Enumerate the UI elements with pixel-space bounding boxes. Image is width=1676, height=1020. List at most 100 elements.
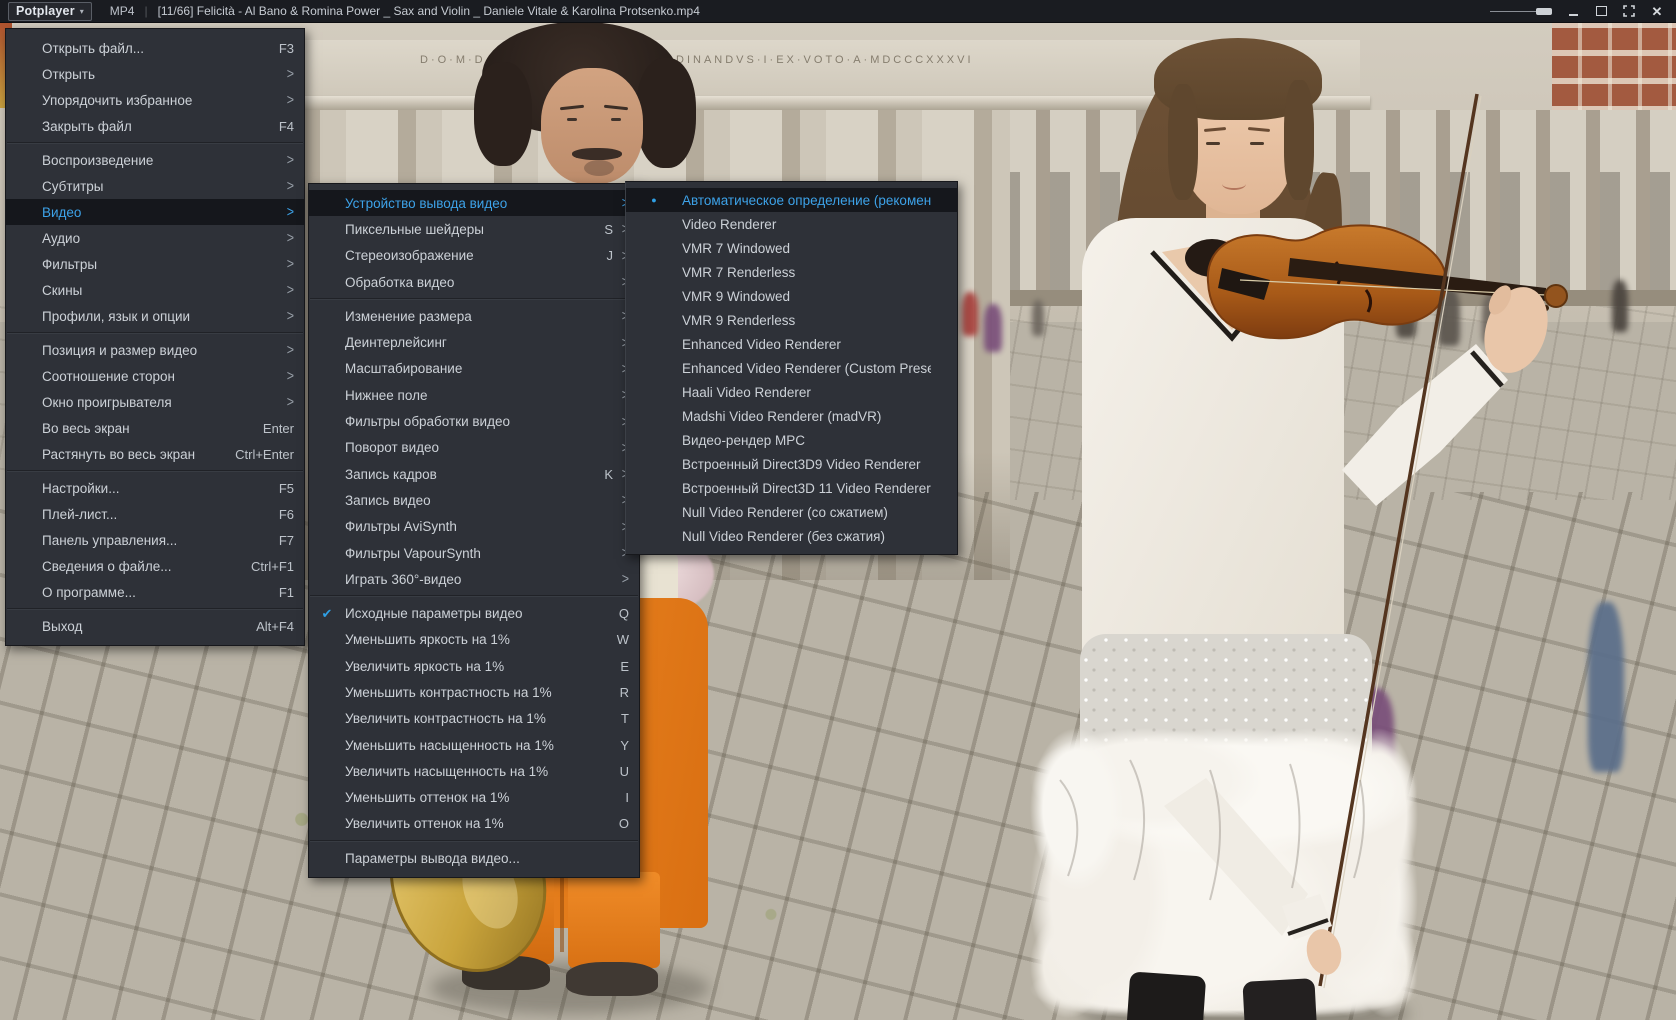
menu-item-decrease-hue[interactable]: Уменьшить оттенок на 1%I bbox=[309, 785, 639, 811]
man-mustache bbox=[572, 148, 622, 160]
menu-item-scaling[interactable]: Масштабирование> bbox=[309, 356, 639, 382]
menu-item-label: Video Renderer bbox=[682, 217, 931, 232]
menu-item-exit[interactable]: ВыходAlt+F4 bbox=[6, 613, 304, 639]
menu-item-meta: O bbox=[619, 816, 629, 831]
menu-item-vmr7-renderless[interactable]: VMR 7 Renderless bbox=[626, 260, 957, 284]
menu-item-close-file[interactable]: Закрыть файлF4 bbox=[6, 113, 304, 139]
menu-item-shortcut: F5 bbox=[279, 481, 294, 496]
menu-item-increase-brightness[interactable]: Увеличить яркость на 1%E bbox=[309, 653, 639, 679]
menu-item-decrease-contrast[interactable]: Уменьшить контрастность на 1%R bbox=[309, 679, 639, 705]
menu-item-organize-favorites[interactable]: Упорядочить избранное> bbox=[6, 87, 304, 113]
menu-item-label: Параметры вывода видео... bbox=[345, 851, 613, 866]
menu-item-open[interactable]: Открыть> bbox=[6, 61, 304, 87]
menu-item-video-output-params[interactable]: Параметры вывода видео... bbox=[309, 845, 639, 871]
menu-item-auto-detect[interactable]: ●Автоматическое определение (рекомендует… bbox=[626, 188, 957, 212]
menu-item-null-uncompressed[interactable]: Null Video Renderer (без сжатия) bbox=[626, 524, 957, 548]
close-button[interactable]: ✕ bbox=[1650, 4, 1664, 18]
menu-item-bottom-field[interactable]: Нижнее поле> bbox=[309, 382, 639, 408]
volume-slider[interactable] bbox=[1490, 8, 1552, 15]
menu-item-increase-hue[interactable]: Увеличить оттенок на 1%O bbox=[309, 811, 639, 837]
menu-item-avisynth-filters[interactable]: Фильтры AviSynth> bbox=[309, 514, 639, 540]
menu-item-vapoursynth-filters[interactable]: Фильтры VapourSynth> bbox=[309, 540, 639, 566]
menu-item-file-info[interactable]: Сведения о файле...Ctrl+F1 bbox=[6, 553, 304, 579]
menu-item-evr-custom-present[interactable]: Enhanced Video Renderer (Custom Present) bbox=[626, 356, 957, 380]
minimize-button[interactable] bbox=[1566, 4, 1580, 18]
submenu-arrow-icon: > bbox=[620, 571, 629, 587]
menu-item-vmr9-renderless[interactable]: VMR 9 Renderless bbox=[626, 308, 957, 332]
menu-item-frame-capture[interactable]: Запись кадровK> bbox=[309, 461, 639, 487]
menu-item-video-output-device[interactable]: Устройство вывода видео> bbox=[309, 190, 639, 216]
close-icon: ✕ bbox=[1652, 5, 1663, 18]
menu-item-video-processing-filters[interactable]: Фильтры обработки видео> bbox=[309, 408, 639, 434]
menu-item-label: Соотношение сторон bbox=[42, 369, 269, 384]
menu-item-madvr[interactable]: Madshi Video Renderer (madVR) bbox=[626, 404, 957, 428]
girl-eye bbox=[1206, 142, 1220, 145]
menu-item-resize[interactable]: Изменение размера> bbox=[309, 303, 639, 329]
menu-item-deinterlacing[interactable]: Деинтерлейсинг> bbox=[309, 329, 639, 355]
girl-feather-skirt bbox=[1030, 728, 1418, 1018]
menu-item-settings[interactable]: Настройки...F5 bbox=[6, 475, 304, 501]
menu-item-label: Null Video Renderer (со сжатием) bbox=[682, 505, 931, 520]
menu-item-play-360-video[interactable]: Играть 360°-видео> bbox=[309, 566, 639, 592]
submenu-arrow-icon: > bbox=[285, 230, 294, 246]
menu-item-vmr9-windowed[interactable]: VMR 9 Windowed bbox=[626, 284, 957, 308]
menu-item-shortcut: Q bbox=[619, 606, 629, 621]
menu-item-null-compressed[interactable]: Null Video Renderer (со сжатием) bbox=[626, 500, 957, 524]
menu-item-evr[interactable]: Enhanced Video Renderer bbox=[626, 332, 957, 356]
menu-item-mpc-video-renderer[interactable]: Видео-рендер MPC bbox=[626, 428, 957, 452]
menu-item-fullscreen[interactable]: Во весь экранEnter bbox=[6, 415, 304, 441]
app-menu-button[interactable]: Potplayer ▾ bbox=[8, 2, 92, 21]
menu-item-label: Фильтры VapourSynth bbox=[345, 546, 604, 561]
menu-item-pixel-shaders[interactable]: Пиксельные шейдерыS> bbox=[309, 216, 639, 242]
menu-item-about[interactable]: О программе...F1 bbox=[6, 579, 304, 605]
menu-item-meta: > bbox=[285, 231, 294, 245]
menu-item-aspect-ratio[interactable]: Соотношение сторон > bbox=[6, 363, 304, 389]
submenu-arrow-icon: > bbox=[285, 368, 294, 384]
menu-item-label: О программе... bbox=[42, 585, 263, 600]
menu-item-playback[interactable]: Воспроизведение> bbox=[6, 147, 304, 173]
pedestrian bbox=[1612, 280, 1628, 332]
menu-item-increase-saturation[interactable]: Увеличить насыщенность на 1%U bbox=[309, 758, 639, 784]
man-leg bbox=[568, 872, 660, 968]
menu-item-haali[interactable]: Haali Video Renderer bbox=[626, 380, 957, 404]
menu-item-video-rotation[interactable]: Поворот видео> bbox=[309, 435, 639, 461]
menu-item-open-file[interactable]: Открыть файл...F3 bbox=[6, 35, 304, 61]
menu-item-control-panel[interactable]: Панель управления...F7 bbox=[6, 527, 304, 553]
menu-item-meta: F3 bbox=[279, 41, 294, 56]
menu-item-original-video-params[interactable]: ✔Исходные параметры видеоQ bbox=[309, 600, 639, 626]
menu-item-stretch-fullscreen[interactable]: Растянуть во весь экранCtrl+Enter bbox=[6, 441, 304, 467]
menu-item-playlist[interactable]: Плей-лист...F6 bbox=[6, 501, 304, 527]
menu-item-label: Увеличить контрастность на 1% bbox=[345, 711, 605, 726]
menu-item-player-window[interactable]: Окно проигрывателя> bbox=[6, 389, 304, 415]
menu-item-label: Исходные параметры видео bbox=[345, 606, 603, 621]
menu-item-video[interactable]: Видео> bbox=[6, 199, 304, 225]
pedestrian bbox=[984, 304, 1002, 352]
menu-item-increase-contrast[interactable]: Увеличить контрастность на 1%T bbox=[309, 706, 639, 732]
pedestrian bbox=[1438, 288, 1460, 346]
menu-separator bbox=[7, 608, 303, 610]
maximize-button[interactable] bbox=[1594, 4, 1608, 18]
menu-item-video-processing[interactable]: Обработка видео> bbox=[309, 269, 639, 295]
fullscreen-button[interactable] bbox=[1622, 4, 1636, 18]
man-chin bbox=[584, 160, 614, 176]
submenu-arrow-icon: > bbox=[285, 282, 294, 298]
menu-item-stereoscopic[interactable]: СтереоизображениеJ> bbox=[309, 243, 639, 269]
menu-item-subtitles[interactable]: Субтитры> bbox=[6, 173, 304, 199]
menu-item-builtin-d3d9[interactable]: Встроенный Direct3D9 Video Renderer bbox=[626, 452, 957, 476]
menu-item-vmr7-windowed[interactable]: VMR 7 Windowed bbox=[626, 236, 957, 260]
volume-slider-handle[interactable] bbox=[1536, 8, 1552, 15]
menu-item-profiles-language-options[interactable]: Профили, язык и опции> bbox=[6, 303, 304, 329]
menu-item-skins[interactable]: Скины> bbox=[6, 277, 304, 303]
menu-item-audio[interactable]: Аудио> bbox=[6, 225, 304, 251]
menu-item-video-renderer[interactable]: Video Renderer bbox=[626, 212, 957, 236]
menu-item-label: Видео bbox=[42, 205, 269, 220]
menu-item-video-capture[interactable]: Запись видео> bbox=[309, 487, 639, 513]
menu-item-label: Плей-лист... bbox=[42, 507, 263, 522]
menu-item-builtin-d3d11[interactable]: Встроенный Direct3D 11 Video Renderer bbox=[626, 476, 957, 500]
menu-item-label: Изменение размера bbox=[345, 309, 604, 324]
menu-item-filters[interactable]: Фильтры> bbox=[6, 251, 304, 277]
menu-item-decrease-brightness[interactable]: Уменьшить яркость на 1%W bbox=[309, 627, 639, 653]
menu-item-decrease-saturation[interactable]: Уменьшить насыщенность на 1%Y bbox=[309, 732, 639, 758]
submenu-arrow-icon: > bbox=[285, 342, 294, 358]
menu-item-video-position-size[interactable]: Позиция и размер видео> bbox=[6, 337, 304, 363]
